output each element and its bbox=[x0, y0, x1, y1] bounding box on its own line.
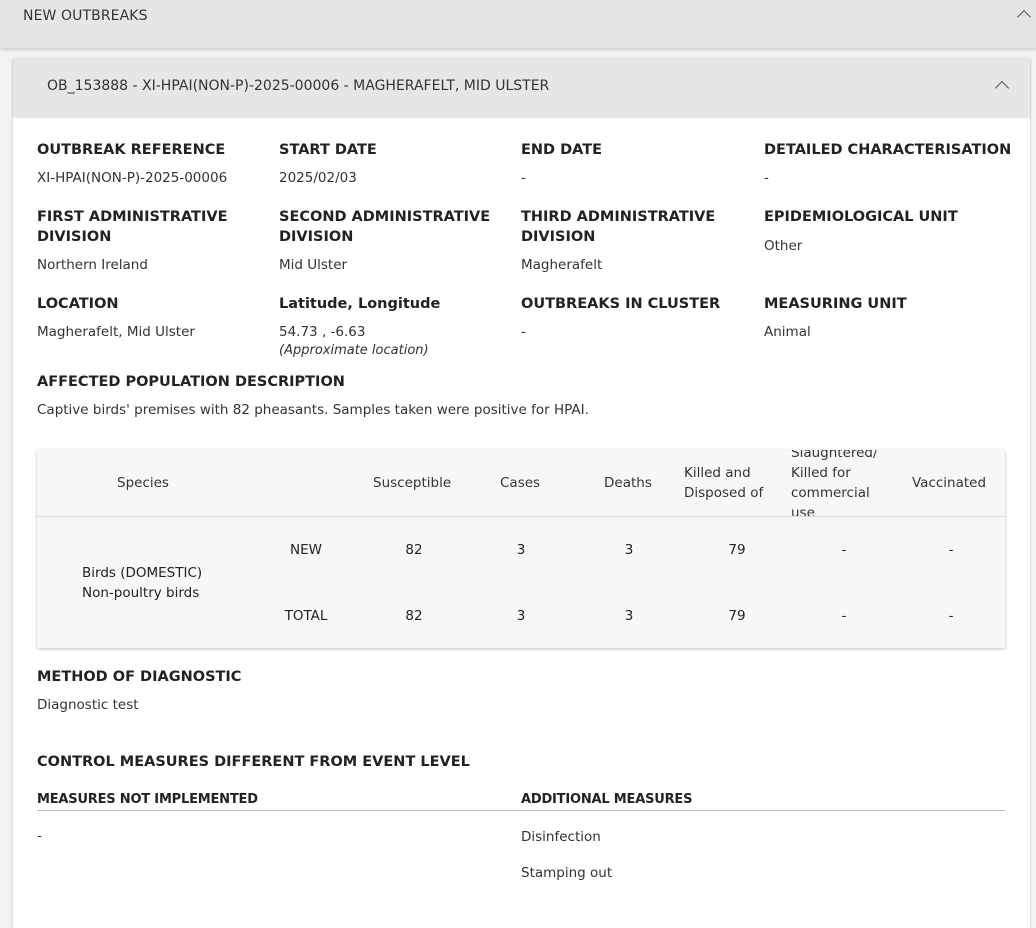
end-date-value: - bbox=[521, 170, 526, 186]
chevron-up-icon[interactable] bbox=[1016, 9, 1032, 25]
outbreak-card: OB_153888 - XI-HPAI(NON-P)-2025-00006 - … bbox=[13, 58, 1030, 928]
row-new-killed: 79 bbox=[728, 542, 746, 558]
section-title: NEW OUTBREAKS bbox=[23, 8, 148, 24]
third-admin-division-label: THIRD ADMINISTRATIVE DIVISION bbox=[521, 209, 716, 245]
epidemiological-unit-label: EPIDEMIOLOGICAL UNIT bbox=[764, 209, 958, 225]
outbreaks-in-cluster-label: OUTBREAKS IN CLUSTER bbox=[521, 296, 721, 312]
first-admin-division-value: Northern Ireland bbox=[37, 257, 148, 273]
second-admin-division-value: Mid Ulster bbox=[279, 257, 348, 273]
col-header-species: Species bbox=[117, 475, 169, 491]
end-date-label: END DATE bbox=[521, 142, 603, 158]
measures-not-implemented-value: - bbox=[37, 828, 42, 844]
row-total-slaughtered: - bbox=[841, 608, 847, 624]
approximate-location-note: (Approximate location) bbox=[279, 343, 429, 358]
method-of-diagnostic-value: Diagnostic test bbox=[37, 697, 139, 713]
measures-not-implemented-label: MEASURES NOT IMPLEMENTED bbox=[37, 792, 258, 807]
outbreak-reference-label: OUTBREAK REFERENCE bbox=[37, 142, 226, 158]
row-total-cases: 3 bbox=[516, 608, 526, 624]
row-new-cases: 3 bbox=[516, 542, 526, 558]
chevron-up-icon[interactable] bbox=[994, 80, 1010, 96]
additional-measure-item: Stamping out bbox=[521, 865, 613, 881]
species-table: Species Susceptible Cases Deaths Killed … bbox=[37, 450, 1005, 648]
col-header-deaths: Deaths bbox=[604, 475, 652, 491]
col-header-vaccinated: Vaccinated bbox=[912, 475, 987, 491]
affected-population-value: Captive birds' premises with 82 pheasant… bbox=[37, 402, 589, 418]
start-date-value: 2025/02/03 bbox=[279, 170, 357, 186]
col-header-susceptible: Susceptible bbox=[373, 475, 452, 491]
col-header-slaughtered: Slaughtered/ Killed for commercial use bbox=[791, 450, 878, 516]
first-admin-division-label: FIRST ADMINISTRATIVE DIVISION bbox=[37, 209, 228, 245]
control-measures-title: CONTROL MEASURES DIFFERENT FROM EVENT LE… bbox=[37, 754, 470, 770]
outbreak-card-header[interactable]: OB_153888 - XI-HPAI(NON-P)-2025-00006 - … bbox=[13, 58, 1030, 116]
row-new-deaths: 3 bbox=[624, 542, 634, 558]
row-total-deaths: 3 bbox=[624, 608, 634, 624]
measuring-unit-value: Animal bbox=[764, 324, 811, 340]
row-total-susceptible: 82 bbox=[405, 608, 423, 624]
third-admin-division-value: Magherafelt bbox=[521, 257, 603, 273]
location-label: LOCATION bbox=[37, 296, 119, 312]
detailed-characterisation-label: DETAILED CHARACTERISATION bbox=[764, 142, 1012, 158]
epidemiological-unit-value: Other bbox=[764, 238, 803, 254]
affected-population-label: AFFECTED POPULATION DESCRIPTION bbox=[37, 374, 345, 390]
row-new-slaughtered: - bbox=[841, 542, 847, 558]
lat-long-label: Latitude, Longitude bbox=[279, 296, 441, 312]
new-outbreaks-header[interactable]: NEW OUTBREAKS bbox=[0, 0, 1036, 48]
species-cell: Birds (DOMESTIC) Non-poultry birds bbox=[82, 565, 203, 601]
outbreak-title: OB_153888 - XI-HPAI(NON-P)-2025-00006 - … bbox=[47, 78, 550, 94]
second-admin-division-label: SECOND ADMINISTRATIVE DIVISION bbox=[279, 209, 491, 245]
header-divider bbox=[37, 516, 1005, 517]
outbreak-reference-value: XI-HPAI(NON-P)-2025-00006 bbox=[37, 170, 228, 186]
col-header-cases: Cases bbox=[500, 475, 541, 491]
detailed-characterisation-value: - bbox=[764, 170, 769, 186]
row-new-vaccinated: - bbox=[948, 542, 954, 558]
row-total-type: TOTAL bbox=[284, 608, 328, 624]
measures-divider bbox=[37, 810, 1005, 811]
start-date-label: START DATE bbox=[279, 142, 377, 158]
col-header-killed: Killed and Disposed of bbox=[684, 465, 764, 501]
row-new-type: NEW bbox=[290, 542, 322, 558]
method-of-diagnostic-label: METHOD OF DIAGNOSTIC bbox=[37, 669, 242, 685]
additional-measures-label: ADDITIONAL MEASURES bbox=[521, 792, 693, 807]
row-total-vaccinated: - bbox=[948, 608, 954, 624]
measuring-unit-label: MEASURING UNIT bbox=[764, 296, 907, 312]
row-new-susceptible: 82 bbox=[405, 542, 423, 558]
row-total-killed: 79 bbox=[728, 608, 746, 624]
lat-long-value: 54.73 , -6.63 bbox=[279, 324, 366, 340]
location-value: Magherafelt, Mid Ulster bbox=[37, 324, 195, 340]
outbreaks-in-cluster-value: - bbox=[521, 324, 526, 340]
additional-measure-item: Disinfection bbox=[521, 829, 601, 845]
